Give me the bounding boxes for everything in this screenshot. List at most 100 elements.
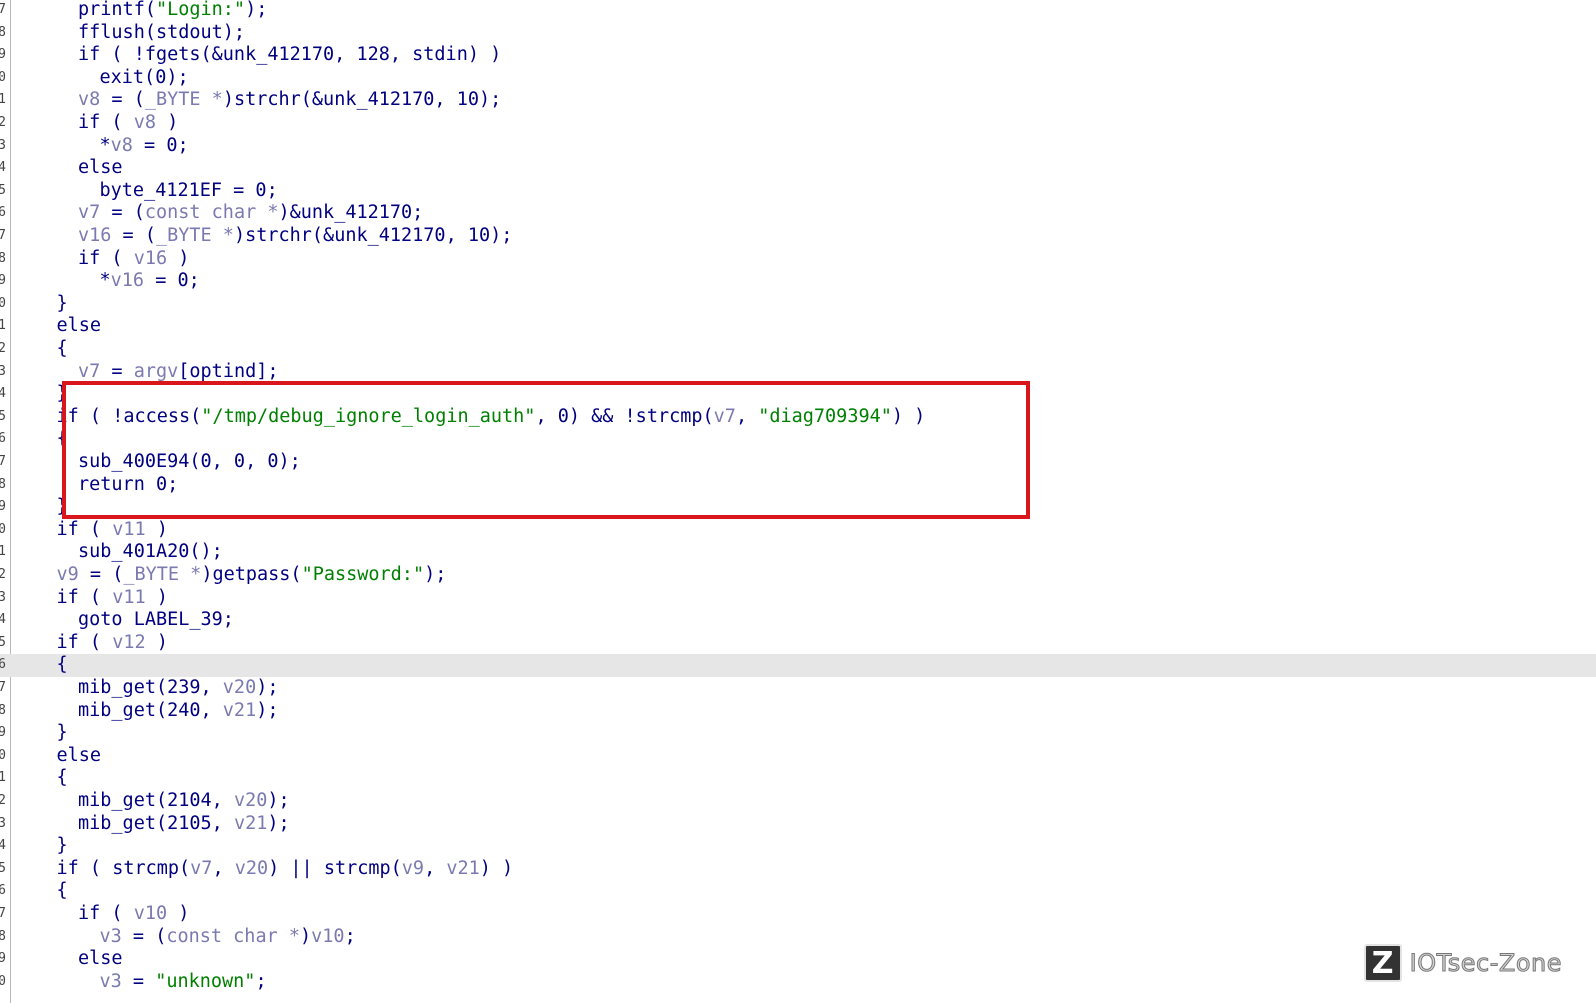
variable-token[interactable]: v21 [234,813,267,834]
code-line[interactable]: 3 if ( v11 ) [0,587,1596,610]
code-line[interactable]: 5 byte_4121EF = 0; [0,180,1596,203]
code-line[interactable]: 9} [0,496,1596,519]
code-line[interactable]: 9 else [0,948,1596,971]
code-line[interactable]: 9 if ( !fgets(&unk_412170, 128, stdin) ) [0,44,1596,67]
code-line[interactable]: 4} [0,383,1596,406]
code-line[interactable]: 7 printf("Login:"); [0,0,1596,22]
line-number: 5 [0,408,6,424]
code-line[interactable]: 5 if ( strcmp(v7, v20) || strcmp(v9, v21)… [0,858,1596,881]
variable-token[interactable]: v8 [111,135,133,156]
code-line[interactable]: 8 v3 = (const char *)v10; [0,926,1596,949]
variable-token[interactable]: v3 [100,926,122,947]
variable-token[interactable]: v11 [112,519,145,540]
code-line[interactable]: 8 return 0; [0,474,1596,497]
code-token: = 0; [132,134,189,156]
variable-token[interactable]: v20 [235,858,268,879]
code-line[interactable]: 8 fflush(stdout); [0,22,1596,45]
variable-token[interactable]: v9 [57,564,79,585]
code-token: return 0; [78,473,179,495]
variable-token[interactable]: v9 [402,858,424,879]
code-line[interactable]: 0 else [0,745,1596,768]
code-token: )strchr(&unk_412170, 10); [233,225,513,246]
line-number: 7 [0,2,6,17]
code-line[interactable]: 3 mib_get(2105, v21); [0,813,1596,836]
code-text: if ( strcmp(v7, v20) || strcmp(v9, v21) … [57,858,514,881]
code-line[interactable]: 1 v8 = (_BYTE *)strchr(&unk_412170, 10); [0,89,1596,112]
code-token: = ( [111,225,156,246]
code-line[interactable]: 0 if ( v11 ) [0,519,1596,542]
variable-token[interactable]: v10 [134,903,167,924]
variable-token[interactable]: v7 [78,361,100,382]
code-line[interactable]: 4 goto LABEL_39; [0,609,1596,632]
code-line[interactable]: 6{ [0,654,1596,677]
variable-token[interactable]: _BYTE * [123,564,201,585]
variable-token[interactable]: v7 [714,406,736,427]
code-line[interactable]: 5 if ( !access("/tmp/debug_ignore_login_a… [0,406,1596,429]
string-literal: "diag709394" [758,405,892,427]
code-line[interactable]: 5 if ( v12 ) [0,632,1596,655]
code-line[interactable]: 7 sub_400E94(0, 0, 0); [0,451,1596,474]
code-token: printf( [78,0,156,20]
code-text: { [57,654,68,677]
code-token: } [56,292,68,314]
code-line[interactable]: 9} [0,722,1596,745]
code-line[interactable]: 0} [0,293,1596,316]
code-token: ) [145,518,168,540]
variable-token[interactable]: v16 [111,270,144,291]
code-line[interactable]: 8 mib_get(240, v21); [0,700,1596,723]
code-line[interactable]: 7 mib_get(239, v20); [0,677,1596,700]
variable-token[interactable]: _BYTE * [145,89,223,110]
variable-token[interactable]: v21 [223,700,256,721]
code-line[interactable]: 4} [0,835,1596,858]
code-text: else [57,315,102,338]
code-token: } [56,496,68,518]
variable-token[interactable]: argv [134,361,179,382]
code-line[interactable]: 6{ [0,880,1596,903]
variable-token[interactable]: v11 [112,587,145,608]
variable-token[interactable]: v16 [134,248,167,269]
code-line[interactable]: 6 v7 = (const char *)&unk_412170; [0,202,1596,225]
variable-token[interactable]: v7 [190,858,212,879]
line-number: 7 [0,906,6,921]
variable-token[interactable]: const char * [145,202,279,223]
code-line[interactable]: 2{ [0,338,1596,361]
line-number: 6 [0,657,6,673]
code-line[interactable]: 1 else [0,315,1596,338]
variable-token[interactable]: v21 [446,858,479,879]
variable-token[interactable]: v3 [100,971,122,992]
variable-token[interactable]: v16 [78,225,111,246]
code-line[interactable]: 2 mib_get(2104, v20); [0,790,1596,813]
variable-token[interactable]: v20 [234,790,267,811]
code-line[interactable]: 0 v3 = "unknown"; [0,971,1596,994]
variable-token[interactable]: const char * [166,926,300,947]
code-text: else [78,948,123,971]
code-line[interactable]: 7 if ( v10 ) [0,903,1596,926]
variable-token[interactable]: v10 [311,926,344,947]
code-line[interactable]: 4 else [0,157,1596,180]
code-line[interactable]: 9 *v16 = 0; [0,270,1596,293]
code-line[interactable]: 7 v16 = (_BYTE *)strchr(&unk_412170, 10); [0,225,1596,248]
code-line[interactable]: 3 v7 = argv[optind]; [0,361,1596,384]
code-line[interactable]: 1 sub_401A20(); [0,541,1596,564]
code-line[interactable]: 3 *v8 = 0; [0,135,1596,158]
line-number: 6 [0,883,6,899]
code-token: sub_401A20(); [78,541,223,563]
variable-token[interactable]: _BYTE * [156,225,234,246]
code-line[interactable]: 0 exit(0); [0,67,1596,90]
code-line[interactable]: 1{ [0,767,1596,790]
code-line[interactable]: 6{ [0,428,1596,451]
variable-token[interactable]: v20 [223,677,256,698]
variable-token[interactable]: v7 [78,202,100,223]
code-text: v7 = (const char *)&unk_412170; [78,202,423,225]
line-number: 8 [0,250,6,266]
variable-token[interactable]: v12 [112,632,145,653]
variable-token[interactable]: v8 [78,89,100,110]
variable-token[interactable]: v8 [134,112,156,133]
code-line[interactable]: 2 v9 = (_BYTE *)getpass("Password:"); [0,564,1596,587]
line-number: 5 [0,634,6,650]
code-text: v8 = (_BYTE *)strchr(&unk_412170, 10); [78,89,501,112]
code-line[interactable]: 8 if ( v16 ) [0,248,1596,271]
code-text: } [57,496,68,519]
code-text: mib_get(2104, v20); [78,790,290,813]
code-line[interactable]: 2 if ( v8 ) [0,112,1596,135]
